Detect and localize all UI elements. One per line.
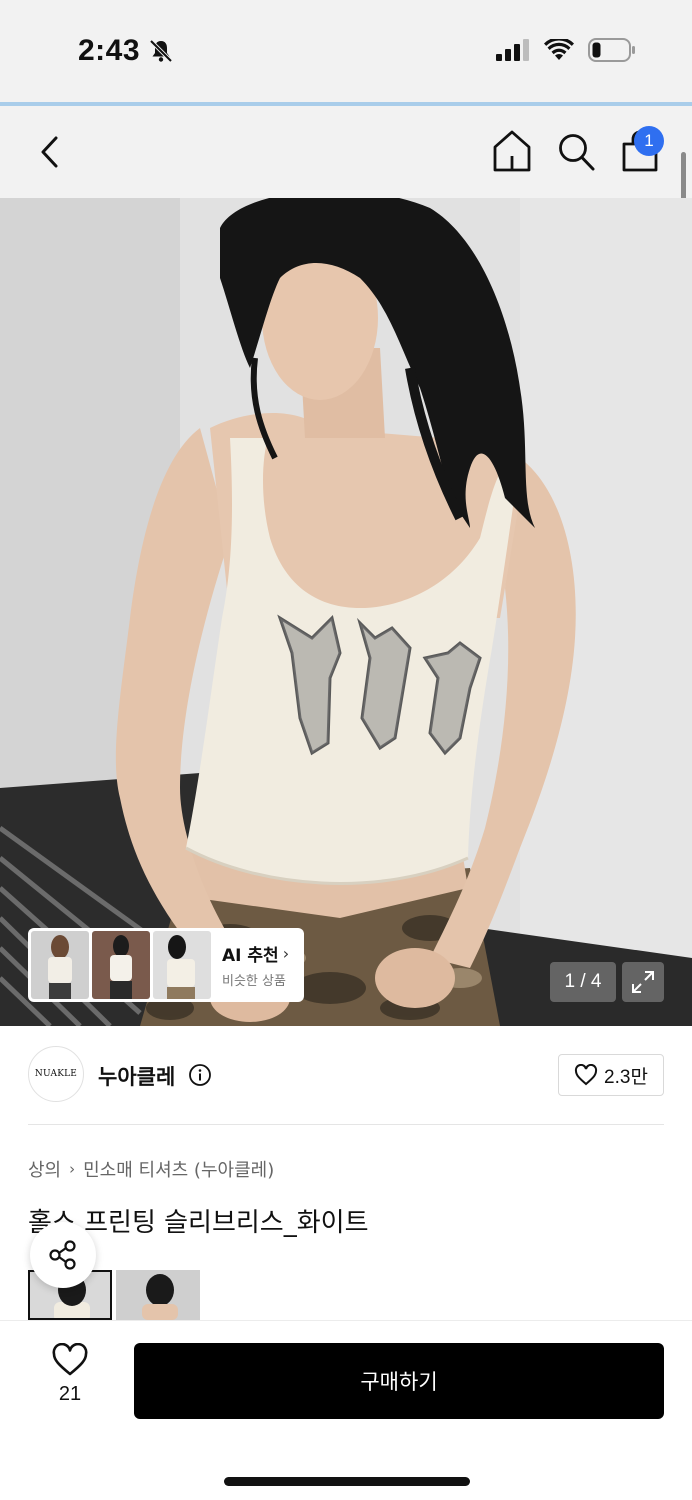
home-icon[interactable] [490, 128, 534, 174]
expand-icon [632, 971, 654, 993]
breadcrumb: 상의 › 민소매 티셔츠 (누아클레) [28, 1156, 274, 1182]
heart-icon [575, 1064, 598, 1086]
status-icons [496, 38, 636, 62]
brand-logo[interactable]: NUAKLE [28, 1046, 84, 1102]
bottom-bar: 21 구매하기 [0, 1320, 692, 1500]
info-icon[interactable] [188, 1063, 212, 1087]
chevron-right-icon: › [69, 1160, 76, 1178]
product-image[interactable] [0, 198, 692, 1026]
chevron-left-icon [41, 136, 58, 168]
breadcrumb-category[interactable]: 상의 [28, 1156, 61, 1182]
divider [28, 1124, 664, 1125]
image-page-counter: 1 / 4 [550, 962, 616, 1002]
model-photo [0, 198, 692, 1026]
nav-bar [0, 106, 692, 198]
breadcrumb-subcategory[interactable]: 민소매 티셔츠 (누아클레) [83, 1156, 274, 1182]
ai-recommend-card[interactable]: AI 추천 › 비슷한 상품 [28, 928, 304, 1002]
status-time: 2:43 [78, 34, 141, 67]
heart-icon [52, 1343, 88, 1376]
ai-recommend-text: AI 추천 › 비슷한 상품 [222, 941, 289, 989]
ai-thumb-3 [153, 931, 211, 999]
buy-button[interactable]: 구매하기 [134, 1343, 664, 1419]
ai-recommend-subtitle: 비슷한 상품 [222, 974, 286, 989]
wifi-icon [544, 39, 574, 60]
share-button[interactable] [30, 1222, 96, 1288]
brand-row: NUAKLE 누아클레 2.3만 [28, 1046, 664, 1104]
chevron-right-icon: › [282, 944, 290, 963]
cellular-signal-icon [496, 39, 529, 61]
brand-name[interactable]: 누아클레 [98, 1061, 175, 1091]
brand-logo-text: NUAKLE [34, 1069, 78, 1079]
ai-thumb-1 [31, 931, 89, 999]
cart-badge: 1 [634, 126, 664, 156]
product-thumbnail[interactable] [116, 1270, 200, 1320]
battery-low-icon [588, 38, 635, 62]
ai-recommend-title: AI 추천 [222, 946, 279, 966]
brand-like-count: 2.3만 [604, 1066, 648, 1088]
search-icon[interactable] [554, 128, 598, 174]
ai-thumb-2 [92, 931, 150, 999]
status-bar: 2:43 [0, 0, 692, 104]
home-indicator[interactable] [224, 1477, 470, 1486]
back-button[interactable] [30, 130, 70, 174]
wishlist-count: 21 [58, 1383, 82, 1405]
brand-like-button[interactable]: 2.3만 [558, 1054, 664, 1096]
share-icon [49, 1240, 76, 1270]
bell-slash-icon [149, 39, 173, 63]
expand-button[interactable] [622, 962, 664, 1002]
wishlist-button[interactable]: 21 [44, 1343, 96, 1415]
